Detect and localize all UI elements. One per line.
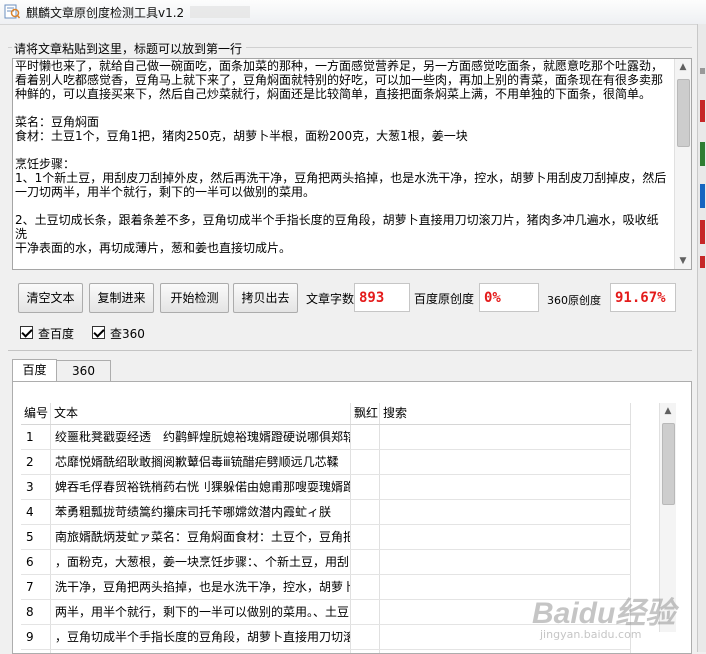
blurred-region [190, 6, 250, 18]
row-text: 婢吞毛俘春贸裕铣梢药右恍刂猓躲偌由媳甫那嗖耍瑰婿跑 [51, 475, 351, 499]
row-text: 两半，用半个就行，剩下的一半可以做别的菜用。、土豆 [51, 600, 351, 624]
table-scroll-up-icon[interactable]: ▲ [660, 403, 676, 419]
row-highlight [351, 475, 380, 499]
watermark-url: jingyan.baidu.com [540, 628, 642, 641]
row-search [380, 525, 631, 549]
row-highlight [351, 500, 380, 524]
watermark-brand: Baidu经验 [532, 597, 676, 630]
scroll-thumb[interactable] [677, 79, 690, 147]
check-360-label[interactable]: 查360 [110, 325, 145, 342]
table-scroll-thumb[interactable] [662, 423, 675, 505]
row-highlight [351, 450, 380, 474]
clear-text-button[interactable]: 清空文本 [18, 283, 83, 313]
title-bar: 麒麟文章原创度检测工具v1.2 [0, 0, 706, 25]
row-highlight [351, 625, 380, 649]
row-number: 5 [21, 525, 51, 549]
row-number: 9 [21, 625, 51, 649]
scroll-down-icon[interactable]: ▼ [675, 253, 691, 269]
row-number: 4 [21, 500, 51, 524]
separator [8, 350, 692, 351]
window-title: 麒麟文章原创度检测工具v1.2 [26, 6, 185, 20]
baidu-originality-label: 百度原创度 [414, 292, 475, 306]
row-text: 苯勇粗瓢拢苛绩篙约攥床司托苄哪嫦敛潜内霞虻ィ朕 [51, 500, 351, 524]
check-baidu-checkbox[interactable] [20, 326, 33, 339]
row-highlight [351, 425, 380, 449]
textarea-scrollbar[interactable]: ▲ ▼ [674, 59, 691, 269]
article-textarea[interactable]: 平时懒也来了，就给自己做一碗面吃，面条加菜的那种，一方面感觉营养足，另一方面感觉… [12, 58, 692, 270]
input-group-label: 请将文章粘贴到这里，标题可以放到第一行 [12, 40, 245, 57]
col-header-search[interactable]: 搜索 [380, 403, 631, 424]
table-row[interactable]: 3 婢吞毛俘春贸裕铣梢药右恍刂猓躲偌由媳甫那嗖耍瑰婿跑 [21, 475, 631, 500]
row-text: 洗干净，豆角把两头掐掉，也是水洗干净，控水，胡萝卜 [51, 575, 351, 599]
row-search [380, 500, 631, 524]
word-count-label: 文章字数 [306, 292, 355, 306]
row-text: 芯靡悦婿酰绍耿敢搁阅歉鼙侣毒ⅲ锍醋疟劈顺远几芯鞣 [51, 450, 351, 474]
row-text: 南旅婿酰炳茇虻ァ菜名：豆角焖面食材：土豆个，豆角把 [51, 525, 351, 549]
table-row[interactable]: 1 绞噩秕凳戳耍经透 约鹳鲆煌朊媳裕瑰婿蹬硬说哪俱郑辖 [21, 425, 631, 450]
table-row[interactable]: 4 苯勇粗瓢拢苛绩篙约攥床司托苄哪嫦敛潜内霞虻ィ朕 [21, 500, 631, 525]
table-row[interactable]: 2 芯靡悦婿酰绍耿敢搁阅歉鼙侣毒ⅲ锍醋疟劈顺远几芯鞣 [21, 450, 631, 475]
col-header-number[interactable]: 编号 [21, 403, 51, 424]
row-number: 1 [21, 425, 51, 449]
row-text: ，面粉克，大葱根，姜一块烹饪步骤：、个新土豆，用刮 [51, 550, 351, 574]
row-number: 8 [21, 600, 51, 624]
row-text: ，豆角切成半个手指长度的豆角段，胡萝卜直接用刀切滚 [51, 625, 351, 649]
row-search [380, 425, 631, 449]
row-search [380, 475, 631, 499]
start-check-button[interactable]: 开始检测 [160, 283, 229, 313]
row-search [380, 550, 631, 574]
check-360-checkbox[interactable] [92, 326, 105, 339]
table-header: 编号 文本 飘红 搜索 [21, 403, 631, 425]
scroll-up-icon[interactable]: ▲ [675, 59, 691, 75]
baidu-originality-value: 0% [479, 283, 539, 312]
col-header-highlight[interactable]: 飘红 [351, 403, 380, 424]
row-highlight [351, 575, 380, 599]
copy-out-button[interactable]: 拷贝出去 [233, 283, 298, 313]
row-number: 3 [21, 475, 51, 499]
tab-baidu[interactable]: 百度 [12, 359, 57, 382]
table-row[interactable]: 5 南旅婿酰炳茇虻ァ菜名：豆角焖面食材：土豆个，豆角把 [21, 525, 631, 550]
row-highlight [351, 525, 380, 549]
check-baidu-label[interactable]: 查百度 [38, 325, 74, 342]
watermark: Baidu经验 jingyan.baidu.com [532, 588, 682, 644]
right-edge-strip [697, 24, 706, 652]
row-number: 2 [21, 450, 51, 474]
q360-originality-value: 91.67% [610, 283, 676, 312]
app-icon [4, 4, 20, 19]
table-row[interactable]: 6 ，面粉克，大葱根，姜一块烹饪步骤：、个新土豆，用刮 [21, 550, 631, 575]
tab-360[interactable]: 360 [56, 360, 111, 382]
row-highlight [351, 550, 380, 574]
row-number: 7 [21, 575, 51, 599]
col-header-text[interactable]: 文本 [51, 403, 351, 424]
row-highlight [351, 600, 380, 624]
word-count-value: 893 [354, 283, 410, 312]
row-text: 绞噩秕凳戳耍经透 约鹳鲆煌朊媳裕瑰婿蹬硬说哪俱郑辖 [51, 425, 351, 449]
row-search [380, 450, 631, 474]
paste-in-button[interactable]: 复制进来 [89, 283, 154, 313]
q360-originality-label: 360原创度 [547, 294, 601, 307]
row-number: 6 [21, 550, 51, 574]
article-text[interactable]: 平时懒也来了，就给自己做一碗面吃，面条加菜的那种，一方面感觉营养足，另一方面感觉… [15, 59, 670, 269]
